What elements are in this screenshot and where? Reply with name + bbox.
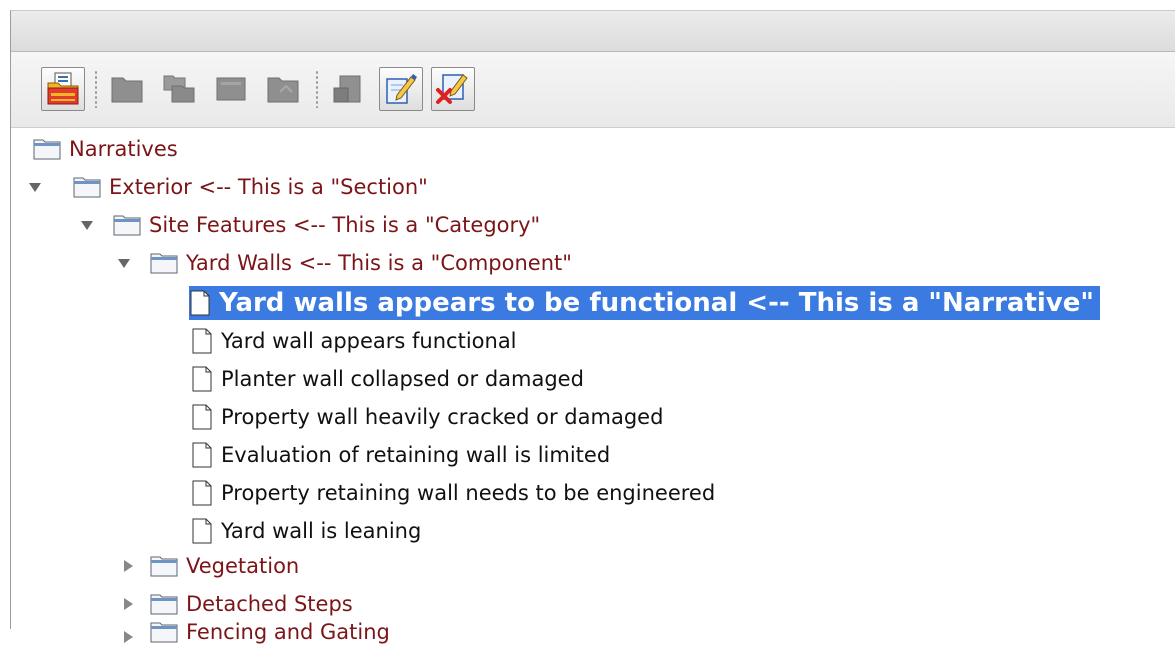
folder-icon: [150, 556, 178, 577]
add-item-button[interactable]: [41, 67, 85, 111]
document-icon: [190, 290, 210, 316]
tree-node-label: Yard wall is leaning: [221, 519, 422, 543]
expand-toggle-icon[interactable]: [124, 631, 133, 643]
folder-with-document-icon: [47, 72, 79, 105]
document-icon: [192, 366, 212, 392]
document-icon: [333, 75, 361, 103]
folder-icon: [216, 77, 246, 101]
expand-toggle-icon[interactable]: [29, 183, 41, 192]
folder-icon: [113, 215, 141, 236]
tree-node-label: Property retaining wall needs to be engi…: [221, 481, 716, 505]
folder-icon: [33, 139, 61, 160]
document-icon: [192, 328, 212, 354]
tree-node-label: Site Features <-- This is a "Category": [149, 213, 541, 237]
folders-icon: [163, 75, 195, 103]
tree-node-label: Exterior <-- This is a "Section": [109, 175, 428, 199]
tree-node-section[interactable]: Exterior <-- This is a "Section": [73, 168, 428, 206]
expand-toggle-icon[interactable]: [81, 221, 93, 230]
tree-node-label: Vegetation: [186, 554, 300, 578]
expand-toggle-icon[interactable]: [124, 598, 133, 610]
folder-icon: [150, 622, 178, 643]
folder-icon: [150, 253, 178, 274]
expand-toggle-icon[interactable]: [118, 259, 130, 268]
tree-node-label: Evaluation of retaining wall is limited: [221, 443, 611, 467]
tree-node-label: Detached Steps: [186, 592, 353, 616]
folder-icon: [111, 77, 143, 103]
folder-open-icon: [267, 77, 299, 103]
document-icon: [192, 480, 212, 506]
document-icon: [192, 518, 212, 544]
tree-node-narrative[interactable]: Property wall heavily cracked or damaged: [191, 398, 663, 436]
title-bar: [11, 11, 1175, 52]
narratives-tree: Narratives Exterior <-- This is a "Secti…: [11, 128, 1175, 644]
new-section-button[interactable]: [105, 67, 149, 111]
edit-disabled-button[interactable]: [327, 67, 371, 111]
tree-node-narrative[interactable]: Yard wall appears functional: [191, 322, 517, 360]
folder-icon: [73, 177, 101, 198]
tree-node-label: Yard Walls <-- This is a "Component": [186, 251, 572, 275]
tree-node-narrative[interactable]: Yard wall is leaning: [191, 512, 421, 550]
document-delete-icon: [436, 74, 468, 104]
toolbar: [11, 52, 1175, 128]
document-pen-icon: [386, 74, 417, 104]
tree-node-label: Fencing and Gating: [186, 620, 390, 644]
tree-node-narrative[interactable]: Planter wall collapsed or damaged: [191, 360, 584, 398]
open-folder-button[interactable]: [261, 67, 305, 111]
tree-node-component[interactable]: Vegetation: [150, 547, 299, 585]
tree-node-category[interactable]: Site Features <-- This is a "Category": [113, 206, 540, 244]
new-component-button[interactable]: [209, 67, 253, 111]
tree-node-component[interactable]: Yard Walls <-- This is a "Component": [150, 244, 572, 282]
edit-narrative-button[interactable]: [379, 67, 423, 111]
tree-node-label: Narratives: [69, 137, 178, 161]
tree-node-root[interactable]: Narratives: [33, 130, 178, 168]
folder-icon: [150, 594, 178, 615]
narratives-window: Narratives Exterior <-- This is a "Secti…: [10, 10, 1175, 644]
document-icon: [192, 442, 212, 468]
expand-toggle-icon[interactable]: [124, 560, 133, 572]
new-category-button[interactable]: [157, 67, 201, 111]
tree-node-label: Planter wall collapsed or damaged: [221, 367, 584, 391]
document-icon: [192, 404, 212, 430]
tree-node-label: Yard walls appears to be functional <-- …: [219, 288, 1094, 318]
tree-node-narrative[interactable]: Yard walls appears to be functional <-- …: [189, 286, 1100, 320]
tree-node-component[interactable]: Fencing and Gating: [150, 618, 390, 646]
tree-node-narrative[interactable]: Property retaining wall needs to be engi…: [191, 474, 715, 512]
tree-node-narrative[interactable]: Evaluation of retaining wall is limited: [191, 436, 610, 474]
delete-narrative-button[interactable]: [431, 67, 475, 111]
tree-node-label: Yard wall appears functional: [221, 329, 517, 353]
tree-node-label: Property wall heavily cracked or damaged: [221, 405, 664, 429]
